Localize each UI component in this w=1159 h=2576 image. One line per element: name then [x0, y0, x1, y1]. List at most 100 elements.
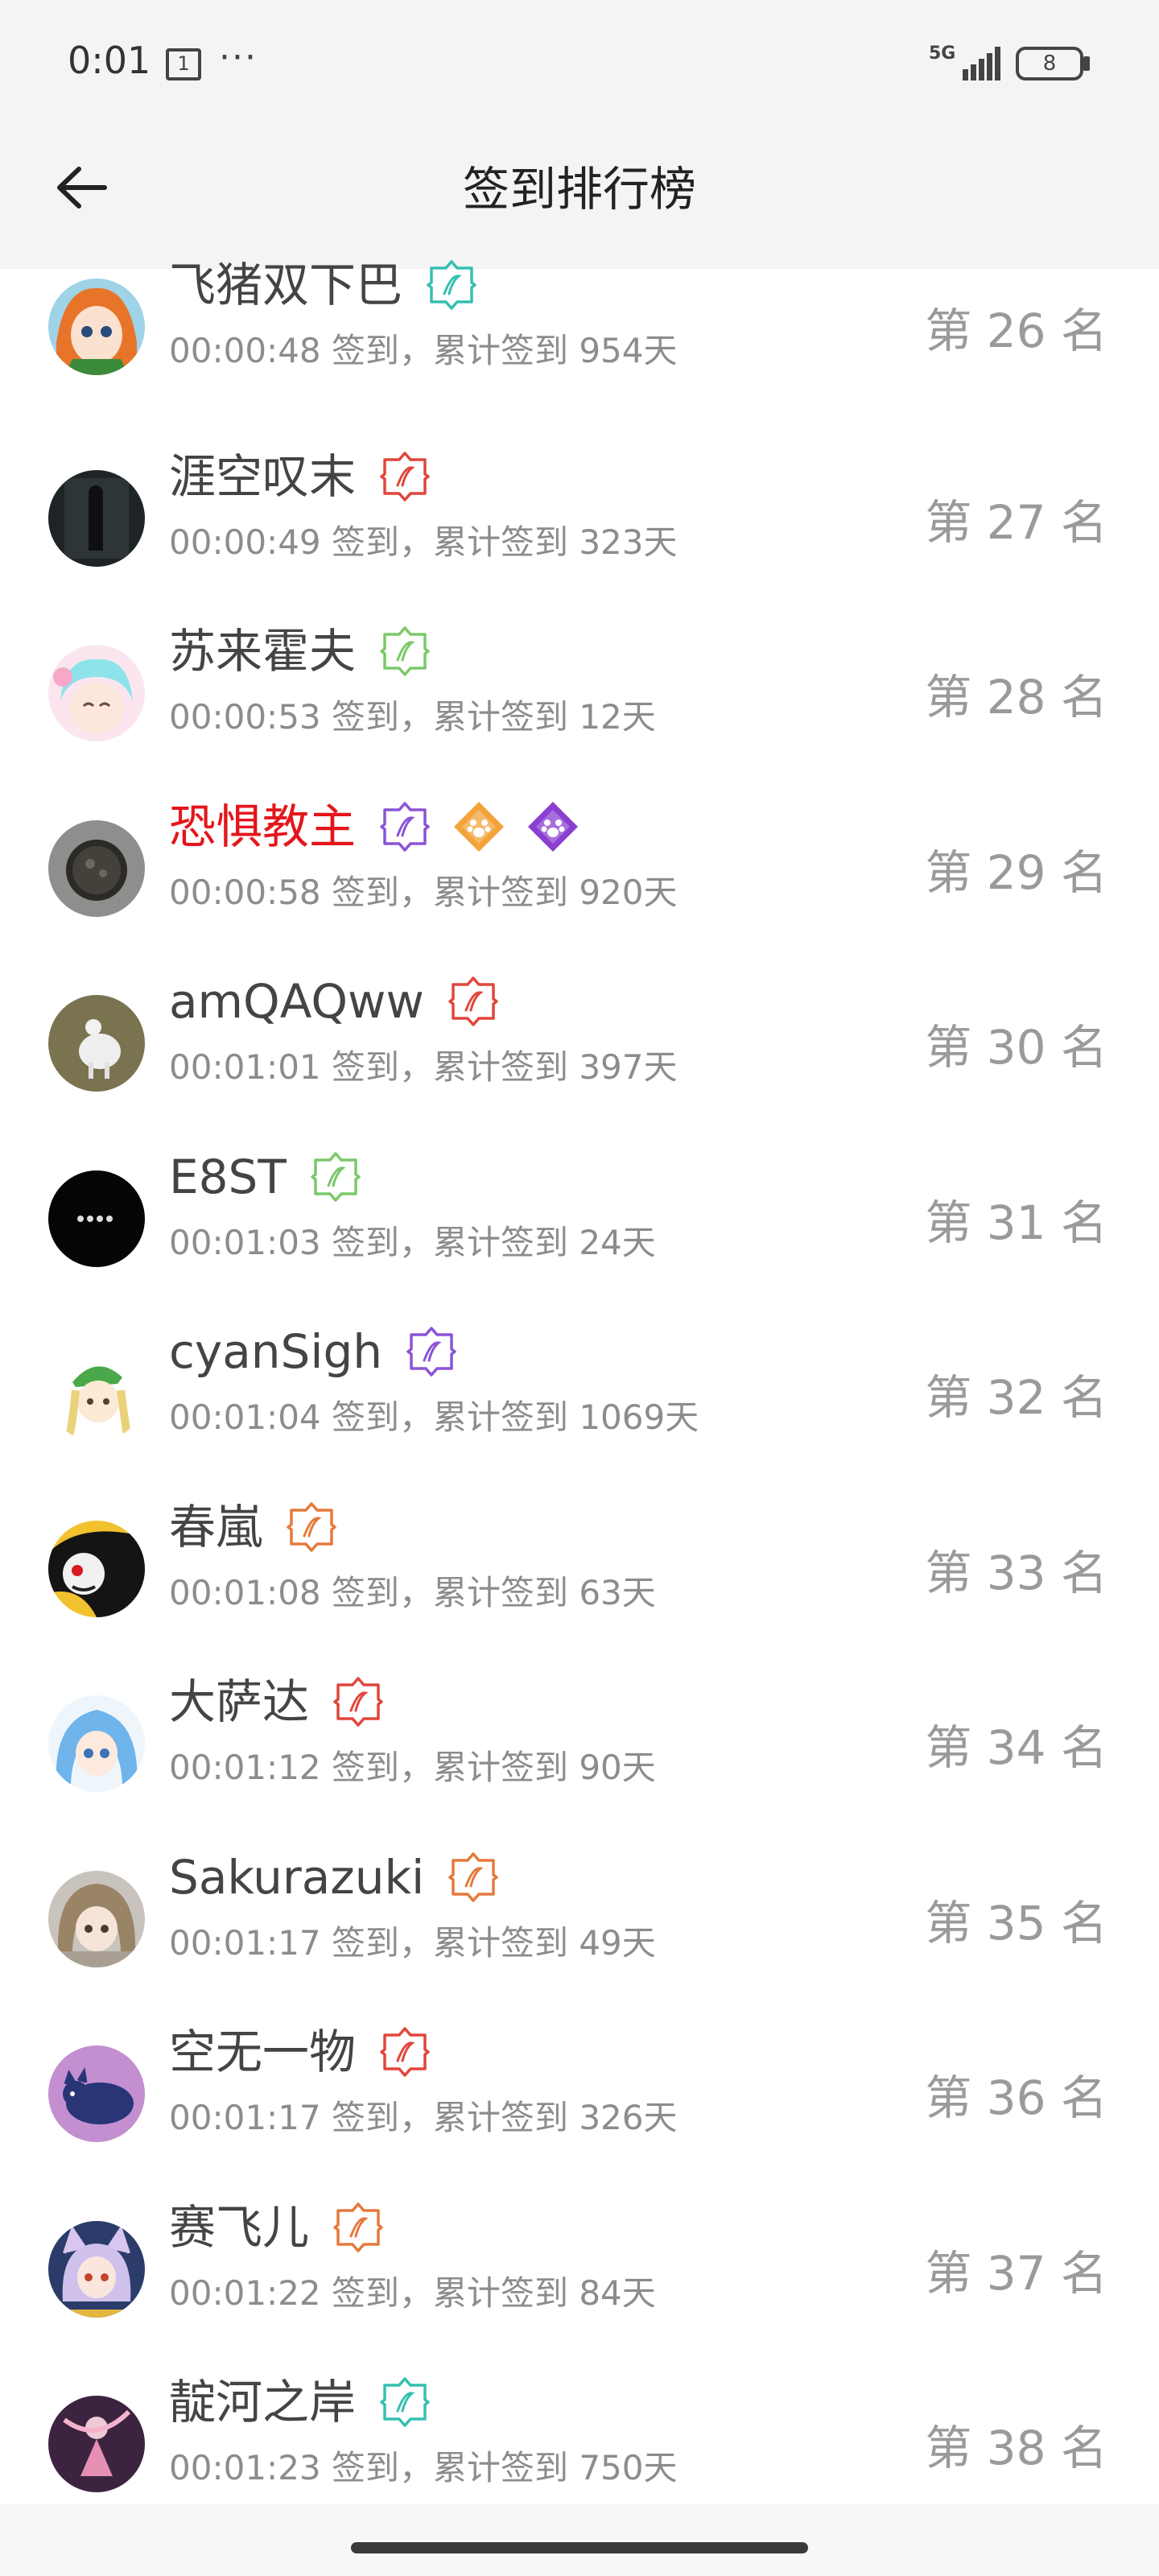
- status-bar: 0:01 1 ··· 5G 8: [0, 0, 1159, 129]
- user-name[interactable]: 涯空叹末: [169, 444, 356, 509]
- user-avatar[interactable]: [48, 469, 145, 567]
- home-indicator[interactable]: [351, 2542, 808, 2553]
- back-arrow-icon: [57, 167, 107, 208]
- level-badge-icon[interactable]: [377, 2374, 433, 2430]
- level-badge-icon[interactable]: [445, 1849, 501, 1905]
- ranking-row[interactable]: 空无一物 00:01:17 签到，累计签到 326天 第 36 名: [0, 2020, 1159, 2195]
- checkin-info: 00:01:17 签到，累计签到 49天: [169, 1922, 656, 1963]
- checkin-info: 00:01:23 签到，累计签到 750天: [169, 2448, 678, 2487]
- user-name[interactable]: amQAQww: [169, 969, 424, 1034]
- level-badge-icon[interactable]: [330, 1674, 386, 1730]
- checkin-info: 00:01:22 签到，累计签到 84天: [169, 2273, 656, 2313]
- user-avatar[interactable]: [48, 645, 145, 741]
- checkin-info: 00:01:03 签到，累计签到 24天: [169, 1222, 656, 1262]
- rank-label: 第 38 名: [925, 2421, 1107, 2475]
- name-line: 靛河之岸: [169, 2370, 433, 2434]
- level-badge-icon[interactable]: [451, 799, 507, 855]
- name-line: 空无一物: [169, 2020, 433, 2084]
- checkin-info: 00:01:17 签到，累计签到 326天: [169, 2098, 678, 2137]
- user-avatar[interactable]: [48, 1345, 145, 1442]
- user-name[interactable]: 春嵐: [169, 1495, 262, 1559]
- user-name[interactable]: 苏来霍夫: [169, 619, 356, 683]
- level-badge-icon[interactable]: [330, 2199, 386, 2256]
- user-avatar[interactable]: [48, 995, 145, 1092]
- top-bar: 0:01 1 ··· 5G 8 签到排行榜: [0, 0, 1159, 269]
- more-notifications-icon: ···: [219, 37, 258, 78]
- user-avatar[interactable]: [48, 1695, 145, 1792]
- user-name[interactable]: 空无一物: [169, 2020, 356, 2084]
- rank-label: 第 37 名: [925, 2245, 1107, 2301]
- ranking-row[interactable]: 赛飞儿 00:01:22 签到，累计签到 84天 第 37 名: [0, 2195, 1159, 2371]
- user-avatar[interactable]: [48, 279, 145, 375]
- status-time: 0:01: [68, 39, 151, 82]
- user-name[interactable]: 飞猪双下巴: [169, 253, 402, 317]
- ranking-row[interactable]: 恐惧教主 00:00:58 签到，累计签到 920天 第 29 名: [0, 795, 1159, 970]
- user-name[interactable]: E8ST: [169, 1145, 287, 1209]
- user-name[interactable]: Sakurazuki: [169, 1845, 424, 1909]
- checkin-info: 00:01:01 签到，累计签到 397天: [169, 1047, 678, 1087]
- ranking-row[interactable]: 苏来霍夫 00:00:53 签到，累计签到 12天 第 28 名: [0, 619, 1159, 795]
- name-line: 大萨达: [169, 1670, 386, 1734]
- ranking-row[interactable]: cyanSigh 00:01:04 签到，累计签到 1069天 第 32 名: [0, 1319, 1159, 1495]
- name-line: 赛飞儿: [169, 2195, 386, 2260]
- ranking-row[interactable]: 飞猪双下巴 00:00:48 签到，累计签到 954天第 26 名: [0, 258, 1159, 444]
- user-avatar[interactable]: [48, 1170, 145, 1267]
- name-line: 苏来霍夫: [169, 619, 433, 683]
- ranking-list: 飞猪双下巴 00:00:48 签到，累计签到 954天第 26 名涯空叹末 00:0…: [0, 258, 1159, 2545]
- bottom-strip: [0, 2504, 1159, 2576]
- level-badge-icon[interactable]: [283, 1499, 340, 1555]
- rank-label: 第 35 名: [925, 1895, 1107, 1951]
- user-name[interactable]: 靛河之岸: [169, 2370, 356, 2434]
- user-avatar[interactable]: [48, 1870, 145, 1967]
- rank-label: 第 29 名: [925, 844, 1107, 900]
- user-avatar[interactable]: [48, 819, 145, 917]
- level-badge-icon[interactable]: [423, 257, 480, 313]
- level-badge-icon[interactable]: [307, 1149, 364, 1205]
- ranking-row[interactable]: amQAQww 00:01:01 签到，累计签到 397天 第 30 名: [0, 969, 1159, 1145]
- back-button[interactable]: [47, 153, 116, 222]
- name-line: 春嵐: [169, 1495, 340, 1559]
- checkin-info: 00:00:49 签到，累计签到 323天: [169, 522, 678, 562]
- user-name[interactable]: 赛飞儿: [169, 2195, 309, 2260]
- sim-icon: 1: [166, 48, 201, 80]
- checkin-info: 00:01:12 签到，累计签到 90天: [169, 1748, 656, 1787]
- level-badge-icon[interactable]: [403, 1323, 460, 1380]
- rank-label: 第 31 名: [925, 1195, 1107, 1250]
- checkin-info: 00:00:48 签到，累计签到 954天: [169, 331, 678, 370]
- checkin-info: 00:01:04 签到，累计签到 1069天: [169, 1397, 699, 1437]
- level-badge-icon[interactable]: [377, 2024, 433, 2080]
- rank-label: 第 26 名: [925, 303, 1107, 358]
- checkin-info: 00:01:08 签到，累计签到 63天: [169, 1572, 656, 1612]
- ranking-row[interactable]: 春嵐 00:01:08 签到，累计签到 63天 第 33 名: [0, 1495, 1159, 1670]
- rank-label: 第 36 名: [925, 2070, 1107, 2125]
- rank-label: 第 27 名: [925, 494, 1107, 550]
- name-line: amQAQww: [169, 969, 501, 1034]
- user-name[interactable]: cyanSigh: [169, 1319, 382, 1384]
- rank-label: 第 28 名: [925, 670, 1107, 724]
- user-avatar[interactable]: [48, 2396, 145, 2492]
- level-badge-icon[interactable]: [377, 799, 433, 855]
- name-line: 涯空叹末: [169, 444, 433, 509]
- user-name[interactable]: 大萨达: [169, 1670, 309, 1734]
- level-badge-icon[interactable]: [445, 973, 501, 1030]
- rank-label: 第 34 名: [925, 1720, 1107, 1775]
- network-type: 5G: [929, 43, 956, 64]
- user-name[interactable]: 恐惧教主: [169, 795, 356, 859]
- checkin-info: 00:00:53 签到，累计签到 12天: [169, 697, 656, 737]
- checkin-info: 00:00:58 签到，累计签到 920天: [169, 872, 678, 912]
- ranking-row[interactable]: 大萨达 00:01:12 签到，累计签到 90天 第 34 名: [0, 1670, 1159, 1845]
- battery-tip: [1083, 56, 1090, 71]
- level-badge-icon[interactable]: [377, 448, 433, 505]
- user-avatar[interactable]: [48, 2220, 145, 2318]
- name-line: 恐惧教主: [169, 795, 581, 859]
- rank-label: 第 33 名: [925, 1545, 1107, 1600]
- level-badge-icon[interactable]: [377, 623, 433, 679]
- user-avatar[interactable]: [48, 2046, 145, 2142]
- rank-label: 第 32 名: [925, 1370, 1107, 1425]
- ranking-row[interactable]: E8ST 00:01:03 签到，累计签到 24天 第 31 名: [0, 1145, 1159, 1320]
- level-badge-icon[interactable]: [525, 799, 581, 855]
- ranking-row[interactable]: Sakurazuki 00:01:17 签到，累计签到 49天 第 35 名: [0, 1845, 1159, 2021]
- ranking-row[interactable]: 涯空叹末 00:00:49 签到，累计签到 323天 第 27 名: [0, 444, 1159, 620]
- user-avatar[interactable]: [48, 1520, 145, 1617]
- name-line: cyanSigh: [169, 1319, 460, 1384]
